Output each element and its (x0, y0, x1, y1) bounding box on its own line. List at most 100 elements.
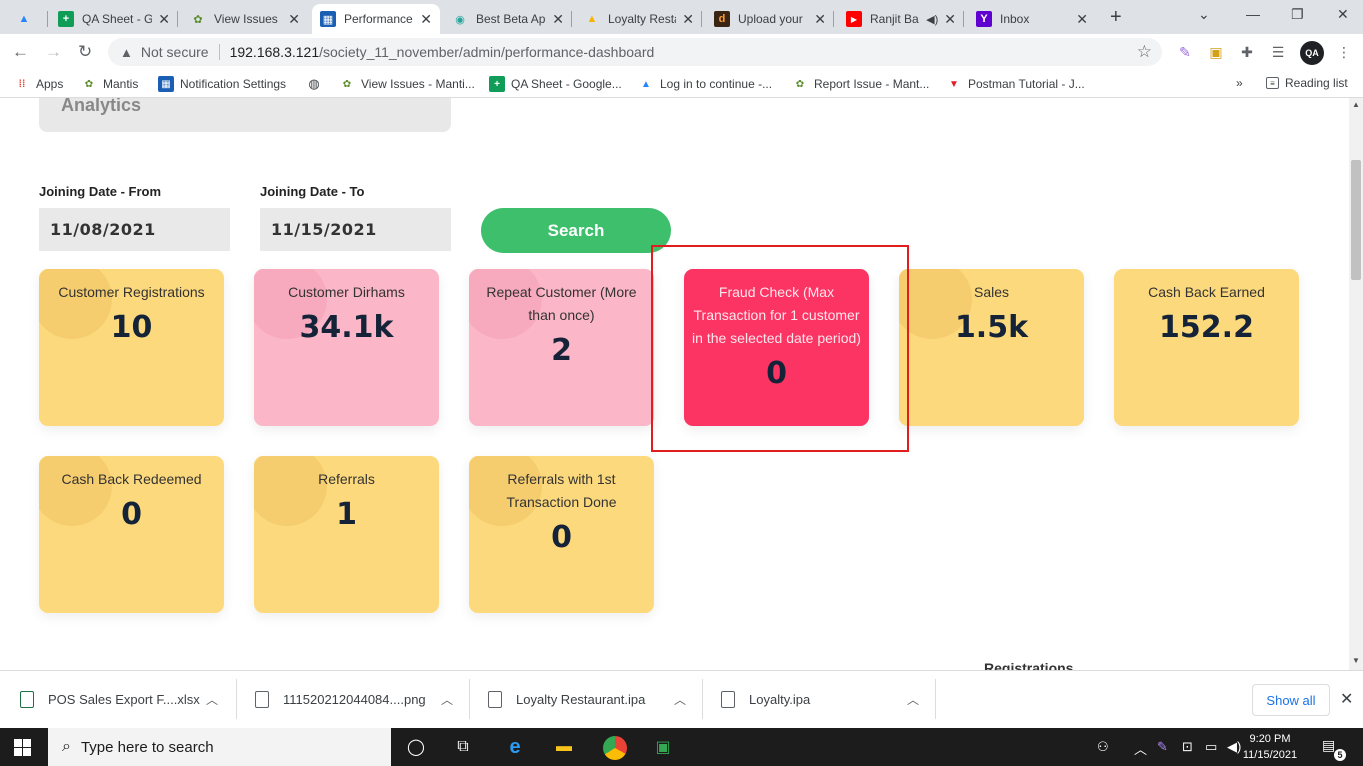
mantis-icon: ✿ (193, 13, 203, 26)
windows-taskbar: ⌕ Type here to search ◯ ⧉ e ▬ ▣ ⚇ ︿ ✎ ⊡ … (0, 728, 1363, 766)
reading-list-button[interactable]: ≡ Reading list (1266, 76, 1348, 90)
tray-overflow-chevron-icon[interactable]: ︿ (1134, 739, 1147, 758)
notification-center-icon[interactable]: ▤ 5 (1322, 737, 1346, 761)
task-view-icon[interactable]: ⧉ (452, 736, 474, 758)
card-referrals-first-transaction[interactable]: Referrals with 1st Transaction Done 0 (469, 456, 654, 613)
youtube-icon: ▶ (846, 11, 862, 27)
card-title: Customer Dirhams (288, 284, 405, 300)
download-item[interactable]: Loyalty Restaurant.ipa ︿ (488, 679, 703, 719)
speaker-icon[interactable]: ◀) (926, 13, 938, 26)
tab-upload[interactable]: d Upload your ✕ (706, 4, 834, 34)
download-item[interactable]: 111520212044084....png ︿ (255, 679, 470, 719)
card-value: 10 (110, 310, 153, 345)
bookmark-atlassian-login[interactable]: ▲ Log in to continue -... (638, 76, 772, 92)
close-icon[interactable]: ✕ (814, 11, 826, 28)
card-repeat-customer[interactable]: Repeat Customer (More than once) 2 (469, 269, 654, 426)
close-icon[interactable]: ✕ (682, 11, 694, 28)
bookmark-view-issues[interactable]: ✿ View Issues - Manti... (339, 76, 475, 92)
search-button[interactable]: Search (481, 208, 671, 253)
bookmarks-overflow-button[interactable]: » (1236, 76, 1243, 90)
qa-app-icon[interactable]: ▣ (652, 736, 674, 758)
joining-date-from-input[interactable] (39, 208, 230, 251)
chevron-up-icon[interactable]: ︿ (441, 691, 453, 708)
close-icon[interactable]: ✕ (1340, 689, 1353, 709)
scrollbar-thumb[interactable] (1351, 160, 1361, 280)
card-sales[interactable]: Sales 1.5k (899, 269, 1084, 426)
card-customer-registrations[interactable]: Customer Registrations 10 (39, 269, 224, 426)
bookmark-postman[interactable]: ▼ Postman Tutorial - J... (946, 76, 1085, 92)
tab-youtube[interactable]: ▶ Ranjit Ba ◀) ✕ (838, 4, 964, 34)
new-tab-button[interactable]: + (1110, 6, 1122, 29)
tab-best-beta[interactable]: ◉ Best Beta Ap ✕ (444, 4, 572, 34)
media-controls-icon[interactable]: ☰ (1269, 43, 1287, 61)
fraud-check-highlight-box (651, 245, 909, 452)
windows-start-icon[interactable] (14, 739, 31, 756)
search-icon: ⌕ (62, 738, 71, 755)
performance-dashboard: Analytics Joining Date - From Joining Da… (0, 98, 1349, 670)
chevron-up-icon[interactable]: ︿ (674, 691, 686, 708)
menu-kebab-icon[interactable]: ⋮ (1335, 43, 1353, 61)
feather-extension-icon[interactable]: ✎ (1176, 43, 1194, 61)
profile-avatar[interactable]: QA (1300, 41, 1324, 65)
card-value: 1 (336, 497, 357, 532)
camera-tray-icon[interactable]: ⊡ (1182, 739, 1193, 755)
page-scrollbar[interactable]: ▲ ▼ (1349, 98, 1363, 670)
download-item[interactable]: Loyalty.ipa ︿ (721, 679, 936, 719)
bookmark-report-issue[interactable]: ✿ Report Issue - Mant... (792, 76, 930, 92)
tab-view-issues[interactable]: ✿ View Issues ✕ (182, 4, 308, 34)
tab-search-chevron-icon[interactable]: ⌄ (1198, 6, 1210, 23)
card-customer-dirhams[interactable]: Customer Dirhams 34.1k (254, 269, 439, 426)
bookmark-notification-settings[interactable]: ▦ Notification Settings (158, 76, 286, 92)
tab-performance[interactable]: ▦ Performance ✕ (312, 4, 440, 34)
close-icon[interactable]: ✕ (288, 11, 300, 28)
card-referrals[interactable]: Referrals 1 (254, 456, 439, 613)
url-host[interactable]: 192.168.3.121 (230, 44, 320, 60)
cortana-circle-icon[interactable]: ◯ (405, 736, 427, 758)
people-icon[interactable]: ⚇ (1097, 739, 1109, 755)
tab-qa-sheet[interactable]: + QA Sheet - G ✕ (50, 4, 178, 34)
close-icon[interactable]: ✕ (1076, 11, 1088, 28)
wallet-extension-icon[interactable]: ▣ (1207, 43, 1225, 61)
close-icon[interactable]: ✕ (420, 11, 432, 28)
chevron-up-icon[interactable]: ︿ (206, 691, 218, 708)
card-cash-back-earned[interactable]: Cash Back Earned 152.2 (1114, 269, 1299, 426)
tab-inbox[interactable]: Y Inbox ✕ (968, 4, 1096, 34)
taskbar-clock[interactable]: 9:20 PM 11/15/2021 (1240, 731, 1300, 763)
back-arrow-icon[interactable]: ← (12, 42, 29, 62)
joining-date-to-input[interactable] (260, 208, 451, 251)
url-path[interactable]: /society_11_november/admin/performance-d… (319, 44, 654, 60)
card-cash-back-redeemed[interactable]: Cash Back Redeemed 0 (39, 456, 224, 613)
warning-icon[interactable]: ▲ (120, 45, 133, 60)
scroll-up-icon[interactable]: ▲ (1352, 100, 1360, 109)
minimize-button[interactable]: — (1246, 6, 1260, 22)
show-all-downloads-button[interactable]: Show all (1252, 684, 1330, 716)
download-item[interactable]: POS Sales Export F....xlsx ︿ (20, 679, 237, 719)
chevron-up-icon[interactable]: ︿ (907, 691, 919, 708)
bookmark-qa-sheet[interactable]: + QA Sheet - Google... (489, 76, 622, 92)
close-icon[interactable]: ✕ (552, 11, 564, 28)
restore-button[interactable]: ❐ (1291, 6, 1304, 23)
close-icon[interactable]: ✕ (158, 11, 170, 28)
address-bar[interactable]: ▲ Not secure 192.168.3.121/society_11_no… (108, 38, 1162, 66)
scroll-down-icon[interactable]: ▼ (1352, 656, 1360, 665)
file-explorer-icon[interactable]: ▬ (553, 736, 575, 758)
tab-atlassian[interactable]: ▲ (8, 4, 48, 34)
network-icon[interactable]: ▭ (1205, 739, 1217, 755)
edge-browser-icon[interactable]: e (504, 736, 526, 758)
extensions-puzzle-icon[interactable]: ✚ (1238, 43, 1256, 61)
bookmark-apps[interactable]: ⁞⁞ Apps (14, 76, 64, 92)
close-icon[interactable]: ✕ (944, 11, 956, 28)
card-value: 1.5k (954, 310, 1029, 345)
bookmark-mantis[interactable]: ✿ Mantis (81, 76, 139, 92)
reload-icon[interactable]: ↻ (78, 42, 92, 62)
bookmark-globe[interactable]: ◍ (306, 76, 328, 92)
bookmark-star-icon[interactable]: ☆ (1137, 42, 1152, 62)
taskbar-search-box[interactable]: ⌕ Type here to search (48, 728, 391, 766)
security-status[interactable]: Not secure (141, 44, 209, 60)
close-window-button[interactable]: ✕ (1337, 6, 1349, 23)
tab-loyalty-restaurant[interactable]: ▲ Loyalty Resta ✕ (576, 4, 702, 34)
forward-arrow-icon[interactable]: → (45, 42, 62, 62)
feather-tray-icon[interactable]: ✎ (1157, 739, 1168, 755)
chrome-icon[interactable] (603, 736, 627, 760)
file-icon (488, 690, 502, 708)
